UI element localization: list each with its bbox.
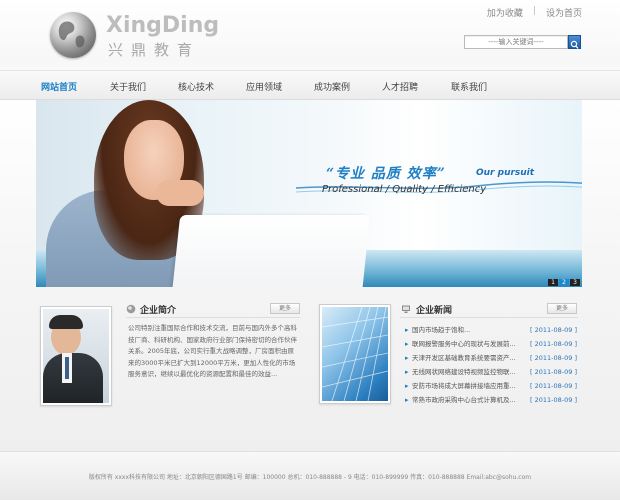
news-item-title[interactable]: 常熟市政府采购中心台式计算机及... <box>412 395 528 405</box>
news-item-title[interactable]: 安防市场将成大屏幕拼接墙应用重... <box>412 381 528 391</box>
intro-globe-icon <box>126 304 136 314</box>
logo-text-cn[interactable]: 兴鼎教育 <box>108 39 200 60</box>
banner-person-hand <box>156 180 204 206</box>
news-monitor-icon <box>402 305 410 313</box>
news-item[interactable]: ▸ 常熟市政府采购中心台式计算机及...[ 2011-08-09 ] <box>405 395 577 409</box>
intro-photo-hair <box>49 315 83 329</box>
intro-text: 公司特别注重国际合作和技术交流，目前与国内外多个高科技厂商、科研机构、国家政府行… <box>128 324 297 378</box>
news-item[interactable]: ▸ 无线网状网络建设特视频监控物联...[ 2011-08-09 ] <box>405 367 577 381</box>
news-photo-building <box>322 307 388 401</box>
bullet-arrow-icon: ▸ <box>405 354 409 362</box>
banner-slogan-pursuit: Our pursuit <box>476 168 535 178</box>
top-links: 加为收藏 | 设为首页 <box>487 6 582 19</box>
nav-about[interactable]: 关于我们 <box>110 80 146 93</box>
news-item-date: [ 2011-08-09 ] <box>530 326 577 334</box>
nav-contact[interactable]: 联系我们 <box>451 80 487 93</box>
news-item-title[interactable]: 联网报警服务中心的现状与发展前... <box>412 339 528 349</box>
nav-jobs[interactable]: 人才招聘 <box>382 80 418 93</box>
bullet-arrow-icon: ▸ <box>405 326 409 334</box>
banner-laptop-image <box>171 215 371 287</box>
set-homepage-link[interactable]: 设为首页 <box>546 6 582 19</box>
intro-title: 企业简介 <box>140 306 177 316</box>
banner-slogan-en: Professional / Quality / Efficiency <box>322 184 487 195</box>
search-icon <box>570 40 579 49</box>
intro-more-button[interactable]: 更多 <box>270 303 300 314</box>
news-item-date: [ 2011-08-09 ] <box>530 382 577 390</box>
news-item-title[interactable]: 无线网状网络建设特视频监控物联... <box>412 367 528 377</box>
news-item-title[interactable]: 国内市场趋于饱和... <box>412 325 528 335</box>
banner-slogan-cn: “专业 品质 效率” <box>326 166 446 182</box>
intro-photo-suit <box>43 353 103 403</box>
main-nav: 网站首页 关于我们 核心技术 应用领域 成功案例 人才招聘 联系我们 <box>0 70 620 100</box>
banner[interactable]: “专业 品质 效率” Our pursuit Professional / Qu… <box>36 100 582 287</box>
news-more-button[interactable]: 更多 <box>547 303 577 314</box>
footer-copyright: 版权所有 xxxx科技有限公司 地址：北京朝阳区德国路1号 邮编：100000 … <box>88 474 532 481</box>
bullet-arrow-icon: ▸ <box>405 368 409 376</box>
news-item-title[interactable]: 天津开发区基础教育系统要需资产... <box>412 353 528 363</box>
news-item-date: [ 2011-08-09 ] <box>530 340 577 348</box>
banner-page-1[interactable]: 1 <box>548 279 558 286</box>
news-divider <box>400 317 578 318</box>
news-item[interactable]: ▸ 天津开发区基础教育系统要需资产...[ 2011-08-09 ] <box>405 353 577 367</box>
nav-cases[interactable]: 成功案例 <box>314 80 350 93</box>
header: XingDing 兴鼎教育 加为收藏 | 设为首页 ----输入关键词---- <box>0 0 620 70</box>
news-item-date: [ 2011-08-09 ] <box>530 396 577 404</box>
bullet-arrow-icon: ▸ <box>405 340 409 348</box>
nav-core-tech[interactable]: 核心技术 <box>178 80 214 93</box>
banner-page-3[interactable]: 3 <box>570 279 580 286</box>
intro-photo <box>40 306 112 406</box>
logo-text-en[interactable]: XingDing <box>106 13 219 38</box>
banner-pager: 1 2 3 <box>548 279 580 286</box>
intro-photo-tie <box>65 357 69 379</box>
news-item[interactable]: ▸ 联网报警服务中心的现状与发展前...[ 2011-08-09 ] <box>405 339 577 353</box>
news-photo <box>319 304 391 404</box>
bullet-arrow-icon: ▸ <box>405 382 409 390</box>
globe-logo-icon[interactable] <box>50 12 96 58</box>
nav-home[interactable]: 网站首页 <box>41 80 77 93</box>
link-separator: | <box>532 6 536 16</box>
search-input[interactable]: ----输入关键词---- <box>464 35 568 49</box>
news-title: 企业新闻 <box>416 306 453 316</box>
news-item[interactable]: ▸ 安防市场将成大屏幕拼接墙应用重...[ 2011-08-09 ] <box>405 381 577 395</box>
banner-page-2[interactable]: 2 <box>559 279 569 286</box>
news-list: ▸ 国内市场趋于饱和...[ 2011-08-09 ] ▸ 联网报警服务中心的现状与… <box>405 325 577 409</box>
search-button[interactable] <box>568 35 581 49</box>
news-item-date: [ 2011-08-09 ] <box>530 368 577 376</box>
news-item[interactable]: ▸ 国内市场趋于饱和...[ 2011-08-09 ] <box>405 325 577 339</box>
intro-divider <box>126 317 300 318</box>
add-favorite-link[interactable]: 加为收藏 <box>487 6 523 19</box>
news-item-date: [ 2011-08-09 ] <box>530 354 577 362</box>
bullet-arrow-icon: ▸ <box>405 396 409 404</box>
nav-applications[interactable]: 应用领域 <box>246 80 282 93</box>
